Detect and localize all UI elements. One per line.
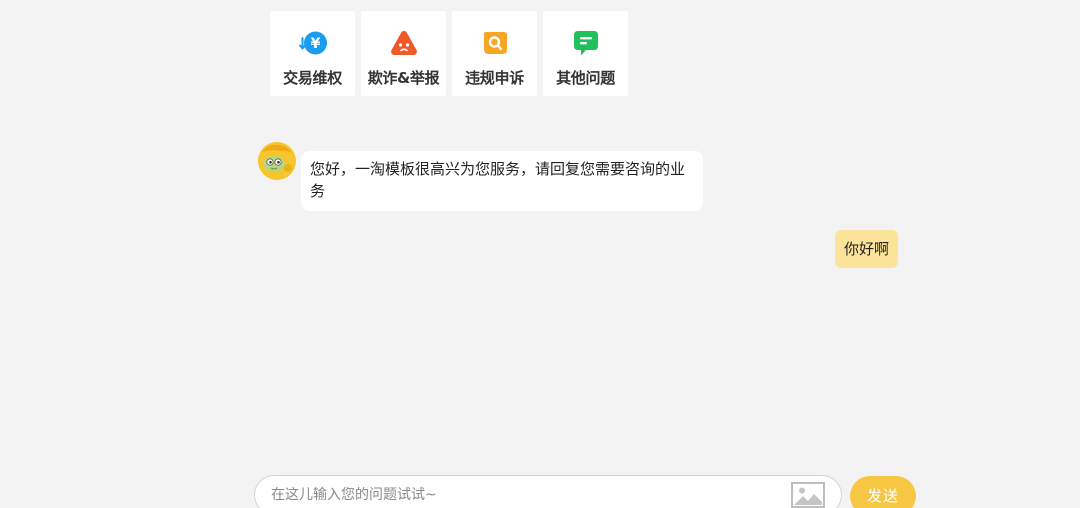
quick-menu: ¥ 交易维权 欺诈&举报 违规申诉 其他问题 xyxy=(270,11,628,96)
quick-menu-other-questions[interactable]: 其他问题 xyxy=(543,11,628,96)
bot-message-text: 您好，一淘模板很高兴为您服务，请回复您需要咨询的业务 xyxy=(310,160,686,200)
image-upload-icon[interactable] xyxy=(791,482,825,508)
quick-menu-fraud-report[interactable]: 欺诈&举报 xyxy=(361,11,446,96)
quick-menu-trade-rights[interactable]: ¥ 交易维权 xyxy=(270,11,355,96)
user-message-bubble: 你好啊 xyxy=(834,230,898,268)
quick-menu-label: 其他问题 xyxy=(556,69,615,87)
message-input[interactable] xyxy=(269,476,773,508)
user-message-text: 你好啊 xyxy=(843,240,889,258)
send-button[interactable]: 发送 xyxy=(850,476,916,508)
note-icon xyxy=(573,31,598,56)
quick-menu-violation-appeal[interactable]: 违规申诉 xyxy=(452,11,537,96)
quick-menu-label: 欺诈&举报 xyxy=(367,69,440,87)
mascot-icon xyxy=(258,142,296,180)
warning-triangle-icon xyxy=(390,31,417,55)
chat-page: ¥ 交易维权 欺诈&举报 违规申诉 其他问题 您好，一淘模板很高兴为您服务，请回… xyxy=(0,0,1080,508)
search-magnifier-icon xyxy=(483,32,507,54)
yuan-refund-icon: ¥ xyxy=(298,31,327,55)
bot-message-bubble: 您好，一淘模板很高兴为您服务，请回复您需要咨询的业务 xyxy=(301,151,703,211)
quick-menu-label: 交易维权 xyxy=(283,69,342,87)
svg-text:¥: ¥ xyxy=(310,36,320,52)
bot-avatar xyxy=(258,142,296,180)
message-input-box xyxy=(254,475,842,508)
quick-menu-label: 违规申诉 xyxy=(465,69,524,87)
